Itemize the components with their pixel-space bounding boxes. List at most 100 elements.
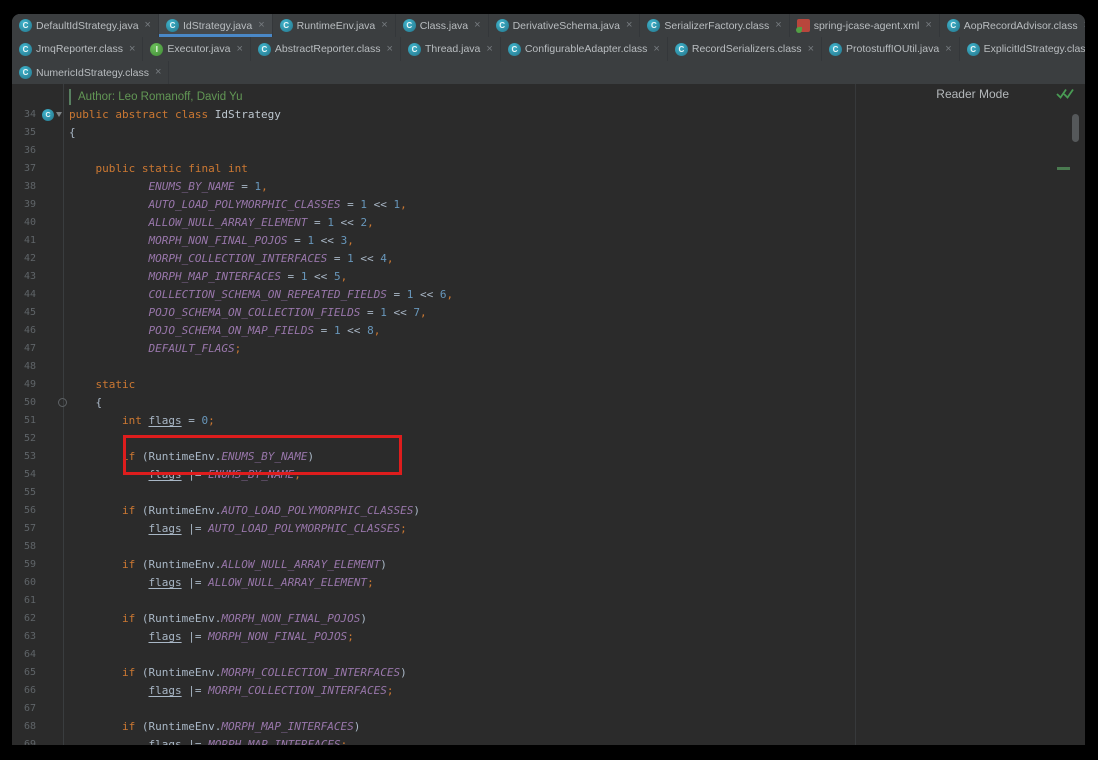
reader-mode-button[interactable]: Reader Mode xyxy=(936,87,1009,101)
tab-recordserializers-class[interactable]: CRecordSerializers.class× xyxy=(668,37,822,61)
code-line[interactable]: 42 MORPH_COLLECTION_INTERFACES = 1 << 4, xyxy=(12,250,1085,268)
code-line[interactable]: 39 AUTO_LOAD_POLYMORPHIC_CLASSES = 1 << … xyxy=(12,196,1085,214)
tab-numericidstrategy-class[interactable]: CNumericIdStrategy.class× xyxy=(12,61,169,84)
tab-executor-java[interactable]: IExecutor.java× xyxy=(143,37,250,61)
close-icon[interactable]: × xyxy=(129,44,135,55)
close-icon[interactable]: × xyxy=(775,20,781,31)
line-number[interactable]: 66 xyxy=(12,682,36,700)
line-number[interactable]: 65 xyxy=(12,664,36,682)
code-line[interactable]: 50 { xyxy=(12,394,1085,412)
close-icon[interactable]: × xyxy=(653,44,659,55)
tab-protostuffioutil-java[interactable]: CProtostuffIOUtil.java× xyxy=(822,37,960,61)
line-number[interactable]: 63 xyxy=(12,628,36,646)
close-icon[interactable]: × xyxy=(925,20,931,31)
tab-serializerfactory-class[interactable]: CSerializerFactory.class× xyxy=(640,14,789,37)
line-number[interactable]: 57 xyxy=(12,520,36,538)
line-number[interactable]: 49 xyxy=(12,376,36,394)
close-icon[interactable]: × xyxy=(1084,20,1085,31)
code-editor[interactable]: Author: Leo Romanoff, David Yu34Cpublic … xyxy=(12,84,1085,745)
code-line[interactable]: 46 POJO_SCHEMA_ON_MAP_FIELDS = 1 << 8, xyxy=(12,322,1085,340)
code-line[interactable]: 41 MORPH_NON_FINAL_POJOS = 1 << 3, xyxy=(12,232,1085,250)
line-number[interactable]: 42 xyxy=(12,250,36,268)
code-line[interactable]: 43 MORPH_MAP_INTERFACES = 1 << 5, xyxy=(12,268,1085,286)
close-icon[interactable]: × xyxy=(808,44,814,55)
line-number[interactable]: 58 xyxy=(12,538,36,556)
close-icon[interactable]: × xyxy=(945,44,951,55)
line-number[interactable]: 38 xyxy=(12,178,36,196)
line-number[interactable]: 44 xyxy=(12,286,36,304)
class-gutter-icon[interactable]: C xyxy=(42,109,54,121)
line-number[interactable]: 34 xyxy=(12,106,36,124)
code-line[interactable]: 51 int flags = 0; xyxy=(12,412,1085,430)
code-line[interactable]: 64 xyxy=(12,646,1085,664)
tab-defaultidstrategy-java[interactable]: CDefaultIdStrategy.java× xyxy=(12,14,159,37)
line-number[interactable]: 53 xyxy=(12,448,36,466)
code-line[interactable]: 69 flags |= MORPH_MAP_INTERFACES; xyxy=(12,736,1085,745)
tab-aoprecordadvisor-class[interactable]: CAopRecordAdvisor.class× xyxy=(940,14,1085,37)
line-number[interactable]: 45 xyxy=(12,304,36,322)
code-line[interactable]: 66 flags |= MORPH_COLLECTION_INTERFACES; xyxy=(12,682,1085,700)
inspections-ok-icon[interactable] xyxy=(1056,87,1074,100)
line-number[interactable]: 39 xyxy=(12,196,36,214)
line-number[interactable]: 40 xyxy=(12,214,36,232)
code-line[interactable]: 47 DEFAULT_FLAGS; xyxy=(12,340,1085,358)
close-icon[interactable]: × xyxy=(155,67,161,78)
line-number[interactable]: 60 xyxy=(12,574,36,592)
vertical-scrollbar-thumb[interactable] xyxy=(1072,114,1079,142)
line-number[interactable]: 48 xyxy=(12,358,36,376)
line-number[interactable]: 69 xyxy=(12,736,36,745)
code-line[interactable]: 58 xyxy=(12,538,1085,556)
close-icon[interactable]: × xyxy=(474,20,480,31)
code-line[interactable]: 45 POJO_SCHEMA_ON_COLLECTION_FIELDS = 1 … xyxy=(12,304,1085,322)
line-number[interactable]: 41 xyxy=(12,232,36,250)
line-number[interactable]: 50 xyxy=(12,394,36,412)
line-number[interactable]: 68 xyxy=(12,718,36,736)
line-number[interactable]: 52 xyxy=(12,430,36,448)
line-number[interactable]: 47 xyxy=(12,340,36,358)
tab-configurableadapter-class[interactable]: CConfigurableAdapter.class× xyxy=(501,37,668,61)
tab-spring-jcase-agent-xml[interactable]: spring-jcase-agent.xml× xyxy=(790,14,940,37)
code-line[interactable]: 38 ENUMS_BY_NAME = 1, xyxy=(12,178,1085,196)
close-icon[interactable]: × xyxy=(486,44,492,55)
code-line[interactable]: 34Cpublic abstract class IdStrategy xyxy=(12,106,1085,124)
close-icon[interactable]: × xyxy=(145,20,151,31)
line-number[interactable]: 59 xyxy=(12,556,36,574)
line-number[interactable]: 51 xyxy=(12,412,36,430)
code-line[interactable]: 61 xyxy=(12,592,1085,610)
close-icon[interactable]: × xyxy=(381,20,387,31)
line-number[interactable]: 56 xyxy=(12,502,36,520)
line-number[interactable]: 46 xyxy=(12,322,36,340)
code-line[interactable]: 36 xyxy=(12,142,1085,160)
line-number[interactable]: 35 xyxy=(12,124,36,142)
code-line[interactable]: 59 if (RuntimeEnv.ALLOW_NULL_ARRAY_ELEME… xyxy=(12,556,1085,574)
tab-jmqreporter-class[interactable]: CJmqReporter.class× xyxy=(12,37,143,61)
close-icon[interactable]: × xyxy=(236,44,242,55)
line-number[interactable]: 67 xyxy=(12,700,36,718)
close-icon[interactable]: × xyxy=(626,20,632,31)
code-line[interactable]: 65 if (RuntimeEnv.MORPH_COLLECTION_INTER… xyxy=(12,664,1085,682)
code-line[interactable]: 63 flags |= MORPH_NON_FINAL_POJOS; xyxy=(12,628,1085,646)
fold-marker-icon[interactable] xyxy=(58,398,67,407)
tab-class-java[interactable]: CClass.java× xyxy=(396,14,489,37)
line-number[interactable]: 36 xyxy=(12,142,36,160)
line-number[interactable]: 54 xyxy=(12,466,36,484)
code-line[interactable]: 35{ xyxy=(12,124,1085,142)
tab-abstractreporter-class[interactable]: CAbstractReporter.class× xyxy=(251,37,401,61)
line-number[interactable]: 64 xyxy=(12,646,36,664)
code-line[interactable]: 40 ALLOW_NULL_ARRAY_ELEMENT = 1 << 2, xyxy=(12,214,1085,232)
code-line[interactable]: 37 public static final int xyxy=(12,160,1085,178)
tab-runtimeenv-java[interactable]: CRuntimeEnv.java× xyxy=(273,14,396,37)
line-number[interactable]: 61 xyxy=(12,592,36,610)
tab-thread-java[interactable]: CThread.java× xyxy=(401,37,501,61)
close-icon[interactable]: × xyxy=(387,44,393,55)
code-line[interactable]: 67 xyxy=(12,700,1085,718)
code-line[interactable]: 55 xyxy=(12,484,1085,502)
tab-idstrategy-java[interactable]: CIdStrategy.java× xyxy=(159,14,273,37)
code-line[interactable]: 68 if (RuntimeEnv.MORPH_MAP_INTERFACES) xyxy=(12,718,1085,736)
code-line[interactable]: 56 if (RuntimeEnv.AUTO_LOAD_POLYMORPHIC_… xyxy=(12,502,1085,520)
code-line[interactable]: 62 if (RuntimeEnv.MORPH_NON_FINAL_POJOS) xyxy=(12,610,1085,628)
tab-derivativeschema-java[interactable]: CDerivativeSchema.java× xyxy=(489,14,641,37)
code-line[interactable]: 48 xyxy=(12,358,1085,376)
line-number[interactable]: 37 xyxy=(12,160,36,178)
error-stripe-mark[interactable] xyxy=(1057,167,1070,170)
